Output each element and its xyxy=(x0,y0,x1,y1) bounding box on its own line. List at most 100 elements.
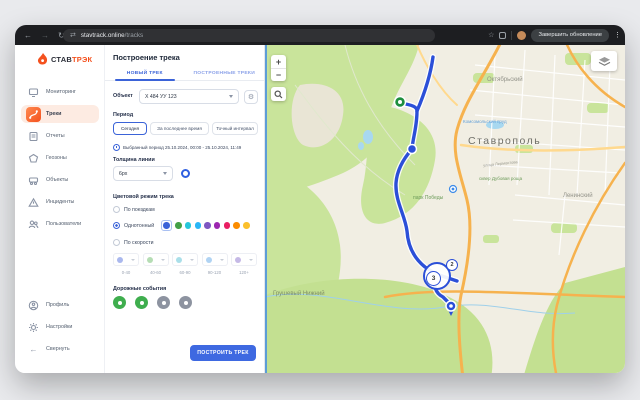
speed-color-select-2[interactable] xyxy=(143,253,169,266)
track-waypoint-marker xyxy=(408,145,417,154)
speed-range-label: 0-40 xyxy=(113,270,139,275)
map-layers-button[interactable] xyxy=(591,51,617,71)
address-bar[interactable]: ⇄ stavtrack.online /tracks xyxy=(63,29,435,42)
speed-range-label: 40-60 xyxy=(143,270,169,275)
browser-chrome: ← → ↻ ⇄ stavtrack.online /tracks ☆ Завер… xyxy=(15,25,625,45)
color-swatch[interactable] xyxy=(185,222,192,229)
app-logo[interactable]: СТАВТРЭК xyxy=(37,53,92,65)
map-canvas[interactable]: Ставрополь Октябрьский Ленинский Грушевы… xyxy=(265,45,625,373)
period-summary: Выбранный период 25.10.2024, 00:00 - 25.… xyxy=(113,144,261,151)
map-label-pond: Комсомольский пруд xyxy=(463,119,507,124)
color-swatch[interactable] xyxy=(233,222,240,229)
color-swatch-selected[interactable] xyxy=(161,220,172,231)
sidebar-item-users[interactable]: Пользователи xyxy=(21,215,99,233)
color-swatch[interactable] xyxy=(195,222,202,229)
period-chip-recent[interactable]: За последнее время xyxy=(150,122,209,135)
color-swatch[interactable] xyxy=(204,222,211,229)
bookmark-star-icon[interactable]: ☆ xyxy=(488,31,494,39)
speed-color-select-3[interactable] xyxy=(172,253,198,266)
event-toggle-4[interactable] xyxy=(179,296,192,309)
period-label: Период xyxy=(113,112,133,118)
color-mode-label: Цветовой режим трека xyxy=(113,194,174,200)
track-cluster-marker[interactable]: 3 xyxy=(426,271,441,286)
divider xyxy=(511,31,512,40)
collapse-arrow-icon: ← xyxy=(26,342,41,357)
map-label-park: парк Победы xyxy=(413,195,443,201)
speed-color-select-4[interactable] xyxy=(202,253,228,266)
extensions-icon[interactable] xyxy=(499,32,506,39)
object-label: Объект xyxy=(113,93,133,99)
logo-text: СТАВТРЭК xyxy=(51,55,92,64)
clock-icon xyxy=(113,144,120,151)
thickness-label: Толщина линии xyxy=(113,157,155,163)
map-label-city: Ставрополь xyxy=(468,135,541,147)
speed-color-select-1[interactable] xyxy=(113,253,139,266)
finish-update-button[interactable]: Завершить обновление xyxy=(531,29,609,42)
radio-by-speed[interactable]: По скорости xyxy=(113,239,154,246)
map-label-square: сквер Дубовая роща xyxy=(479,176,522,181)
sidebar-item-collapse[interactable]: ← Свернуть xyxy=(21,340,99,358)
sidebar-item-incidents[interactable]: Инциденты xyxy=(21,193,99,211)
back-icon[interactable]: ← xyxy=(24,31,32,40)
browser-menu-icon[interactable]: ⋮ xyxy=(614,31,621,39)
zoom-controls: + − xyxy=(271,55,286,81)
gear-icon xyxy=(26,320,41,335)
forward-icon[interactable]: → xyxy=(41,31,49,40)
object-select[interactable]: Х 484 УУ 123 xyxy=(139,89,239,104)
users-icon xyxy=(26,217,41,232)
track-color-preview[interactable] xyxy=(181,169,190,178)
layers-icon xyxy=(598,56,611,67)
tab-new-track[interactable]: НОВЫЙ ТРЕК xyxy=(105,66,185,80)
color-swatch[interactable] xyxy=(175,222,182,229)
browser-window: ← → ↻ ⇄ stavtrack.online /tracks ☆ Завер… xyxy=(15,25,625,373)
map-search-button[interactable] xyxy=(271,87,286,101)
sidebar-item-reports[interactable]: Отчеты xyxy=(21,127,99,145)
speed-range-label: 90-120 xyxy=(202,270,228,275)
swap-icon: ⇄ xyxy=(70,31,76,39)
tab-bar: НОВЫЙ ТРЕК ПОСТРОЕННЫЕ ТРЕКИ xyxy=(105,66,264,81)
url-host: stavtrack.online xyxy=(81,32,125,39)
color-swatch[interactable] xyxy=(214,222,221,229)
period-chip-today[interactable]: Сегодня xyxy=(113,122,147,135)
zoom-in-button[interactable]: + xyxy=(271,55,286,68)
event-toggle-2[interactable] xyxy=(135,296,148,309)
period-chip-interval[interactable]: Точный интервал xyxy=(212,122,258,135)
speed-range-label: 120+ xyxy=(231,270,257,275)
sidebar-item-tracks[interactable]: Треки xyxy=(21,105,99,123)
thickness-value: 6px xyxy=(119,171,127,177)
geozone-icon xyxy=(26,151,41,166)
tab-built-tracks[interactable]: ПОСТРОЕННЫЕ ТРЕКИ xyxy=(185,66,265,80)
sidebar-item-profile[interactable]: Профиль xyxy=(21,296,99,314)
event-toggle-3[interactable] xyxy=(157,296,170,309)
radio-solid-color[interactable]: Однотонный xyxy=(113,222,154,229)
sidebar-item-monitoring[interactable]: Мониторинг xyxy=(21,83,99,101)
track-cluster-marker-2[interactable]: 2 xyxy=(446,259,458,271)
search-icon xyxy=(274,90,283,99)
object-settings-button[interactable]: ⚙ xyxy=(244,90,258,104)
profile-avatar[interactable] xyxy=(517,31,526,40)
radio-icon xyxy=(113,239,120,246)
color-swatch[interactable] xyxy=(243,222,250,229)
event-toggle-1[interactable] xyxy=(113,296,126,309)
build-track-button[interactable]: ПОСТРОИТЬ ТРЕК xyxy=(190,345,256,361)
radio-icon xyxy=(113,206,120,213)
zoom-out-button[interactable]: − xyxy=(271,68,286,81)
sidebar: СТАВТРЭК Мониторинг Треки Отчеты xyxy=(15,45,105,373)
map-left-divider xyxy=(265,45,267,373)
map-tiles xyxy=(265,45,625,373)
app-root: СТАВТРЭК Мониторинг Треки Отчеты xyxy=(15,45,625,373)
color-swatch[interactable] xyxy=(224,222,231,229)
sidebar-item-objects[interactable]: Объекты xyxy=(21,171,99,189)
radio-icon-selected xyxy=(113,222,120,229)
color-palette xyxy=(161,220,250,231)
sidebar-item-geozones[interactable]: Геозоны xyxy=(21,149,99,167)
sidebar-item-settings[interactable]: Настройки xyxy=(21,318,99,336)
track-builder-panel: Построение трека НОВЫЙ ТРЕК ПОСТРОЕННЫЕ … xyxy=(105,45,265,373)
thickness-select[interactable]: 6px xyxy=(113,166,173,181)
object-value: Х 484 УУ 123 xyxy=(145,94,177,100)
vehicle-icon xyxy=(26,173,41,188)
speed-color-select-5[interactable] xyxy=(231,253,257,266)
url-path: /tracks xyxy=(125,32,144,39)
radio-by-trips[interactable]: По поездкам xyxy=(113,206,155,213)
chevron-down-icon xyxy=(229,95,233,98)
